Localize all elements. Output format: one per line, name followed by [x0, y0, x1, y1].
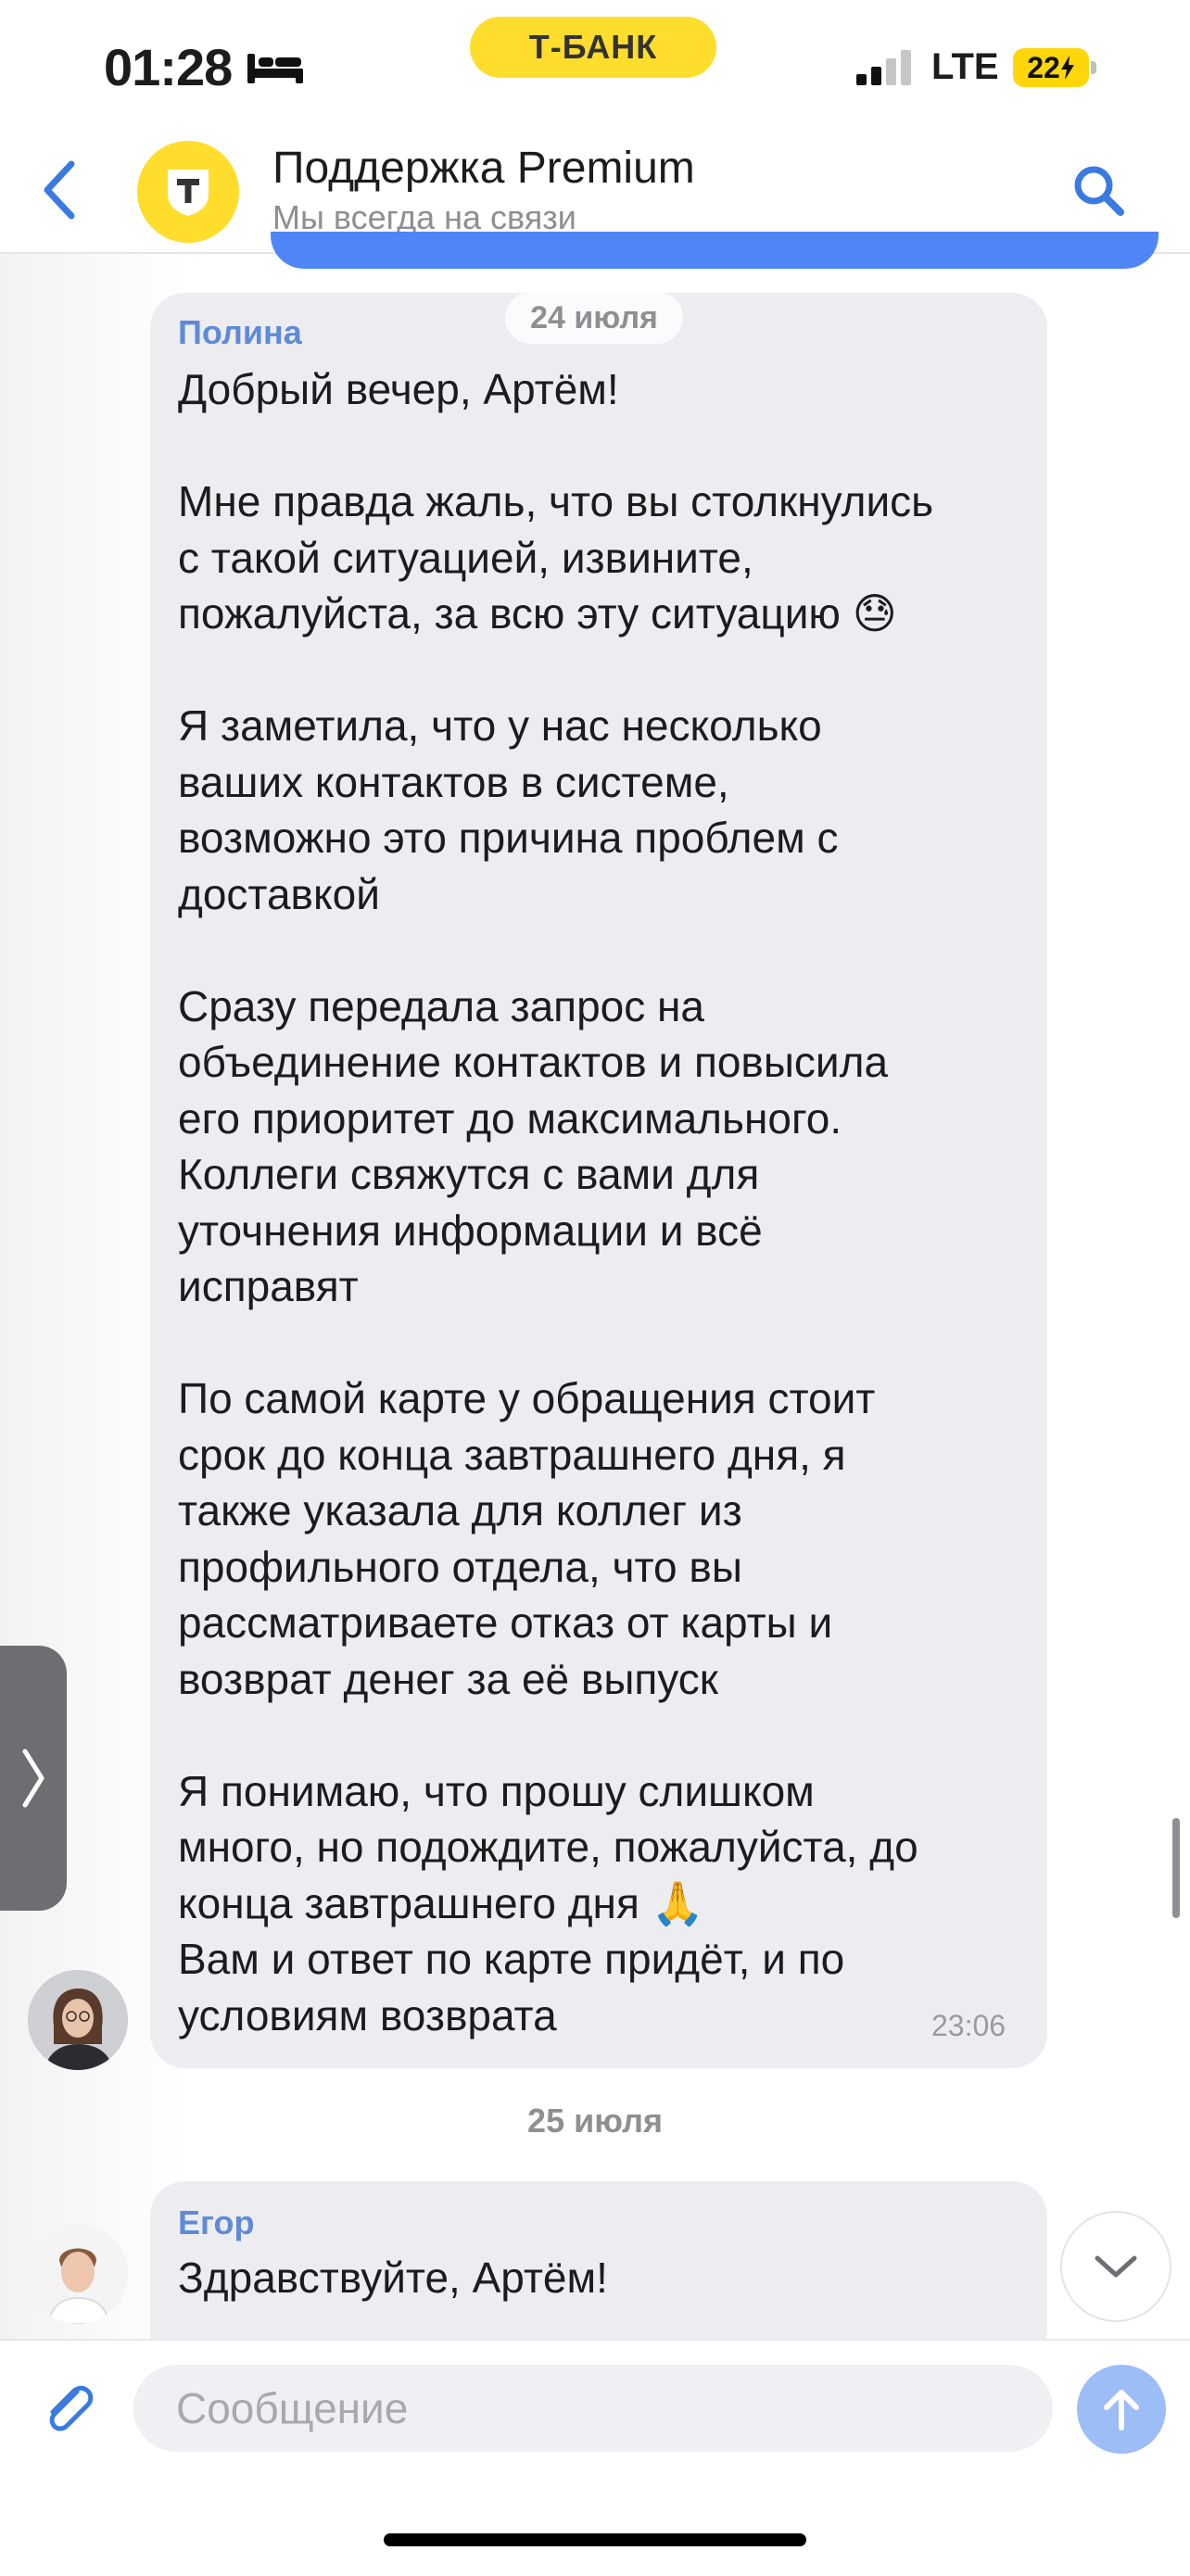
date-separator: 25 июля: [527, 2102, 663, 2140]
charging-bolt-icon: [1060, 56, 1074, 80]
status-time: 01:28: [104, 38, 233, 96]
chat-title: Поддержка Premium: [272, 144, 695, 193]
date-badge: 24 июля: [505, 292, 683, 344]
bank-badge[interactable]: Т-БАНК: [470, 17, 716, 78]
scroll-down-button[interactable]: [1060, 2211, 1171, 2322]
battery-tip: [1091, 61, 1096, 74]
user-photo-icon: [28, 1970, 128, 2070]
home-indicator[interactable]: [384, 2533, 806, 2546]
user-photo-icon: [28, 2224, 128, 2324]
chat-avatar[interactable]: [137, 141, 239, 243]
send-button[interactable]: [1077, 2365, 1166, 2454]
previous-message-bubble[interactable]: [271, 232, 1158, 269]
arrow-up-icon: [1104, 2390, 1139, 2431]
avatar-egor[interactable]: [28, 2224, 128, 2324]
cellular-signal-icon: [855, 48, 916, 90]
side-panel-handle[interactable]: [0, 1646, 67, 1911]
message-time: 23:06: [931, 2009, 1006, 2042]
message-text: Добрый вечер, Артём! Мне правда жаль, чт…: [178, 365, 934, 2039]
message-text: Здравствуйте, Артём!: [178, 2254, 608, 2302]
bed-icon: [246, 48, 305, 90]
sender-name: Полина: [178, 313, 302, 351]
paperclip-icon: [49, 2385, 94, 2431]
battery-indicator: 22: [1013, 48, 1089, 87]
chevron-left-icon: [44, 160, 75, 220]
sender-name: Егор: [178, 2203, 255, 2241]
search-icon: [1074, 166, 1124, 216]
tbank-logo-icon: [168, 170, 209, 216]
chevron-right-icon: [22, 1749, 44, 1808]
avatar-polina[interactable]: [28, 1970, 128, 2070]
network-type: LTE: [931, 46, 999, 87]
message-input[interactable]: [133, 2365, 1053, 2452]
chevron-down-icon: [1095, 2255, 1137, 2278]
battery-level: 22: [1027, 50, 1060, 84]
scroll-indicator[interactable]: [1172, 1818, 1180, 1918]
attach-button[interactable]: [33, 2372, 106, 2444]
back-button[interactable]: [28, 158, 93, 222]
search-button[interactable]: [1066, 158, 1131, 222]
